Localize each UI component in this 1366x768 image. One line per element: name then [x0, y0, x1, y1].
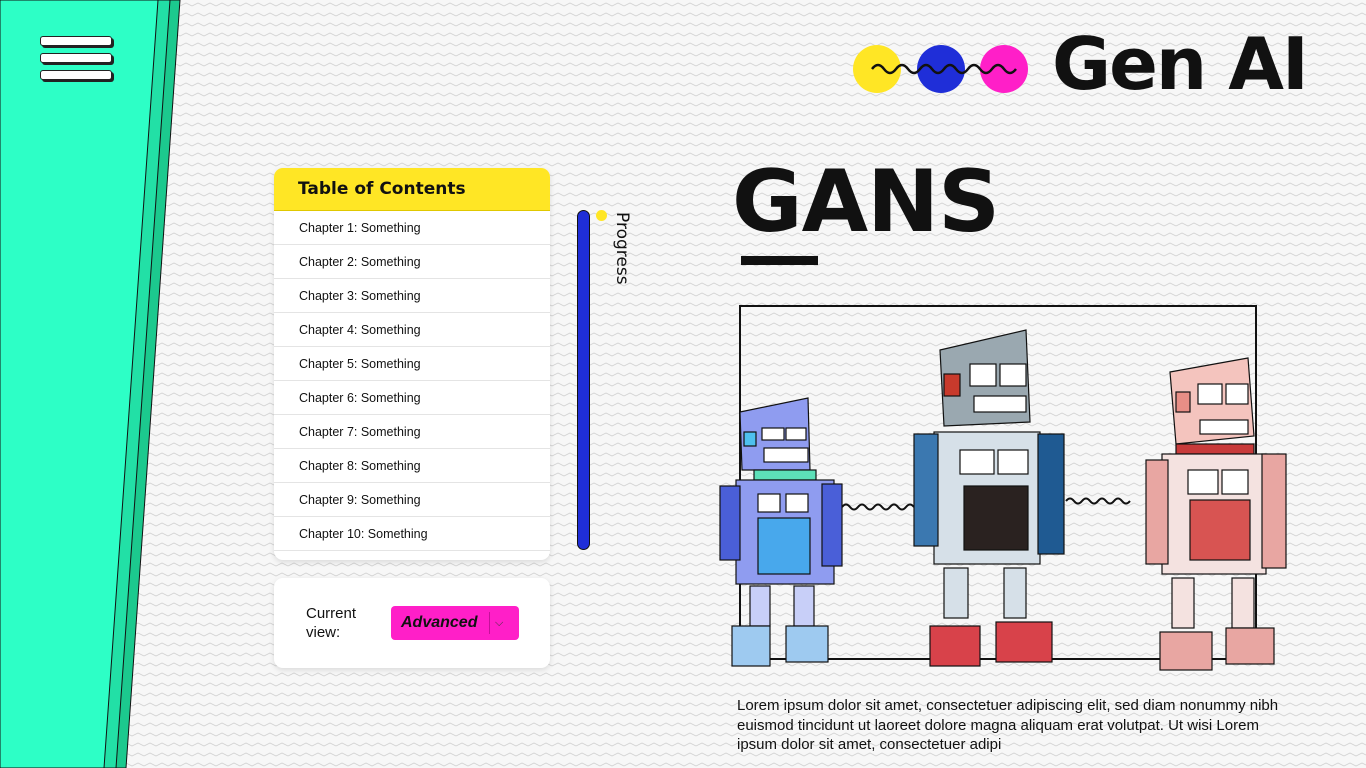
brand-logo: Gen AI — [1052, 22, 1309, 106]
side-panel-shape — [0, 0, 181, 768]
menu-button[interactable] — [38, 34, 114, 86]
progress-bar[interactable] — [577, 210, 590, 550]
pink-robot-icon — [1145, 357, 1287, 671]
toc-item-chapter-7[interactable]: Chapter 7: Something — [274, 415, 550, 449]
article-body: Lorem ipsum dolor sit amet, consectetuer… — [737, 697, 1279, 753]
side-panel — [0, 0, 190, 768]
chevron-down-icon: ⌵ — [495, 617, 504, 629]
toc-item-chapter-2[interactable]: Chapter 2: Something — [274, 245, 550, 279]
table-of-contents: Table of Contents Chapter 1: Something C… — [274, 168, 550, 560]
toc-item-chapter-4[interactable]: Chapter 4: Something — [274, 313, 550, 347]
toc-item-chapter-8[interactable]: Chapter 8: Something — [274, 449, 550, 483]
toc-item-chapter-1[interactable]: Chapter 1: Something — [274, 211, 550, 245]
toc-item-chapter-3[interactable]: Chapter 3: Something — [274, 279, 550, 313]
brand-dots-icon — [853, 45, 1028, 93]
toc-item-chapter-10[interactable]: Chapter 10: Something — [274, 517, 550, 551]
current-view-card: Current view: Advanced ⌵ — [274, 578, 550, 668]
view-select[interactable]: Advanced ⌵ — [391, 606, 519, 640]
grey-robot-icon — [913, 329, 1065, 667]
robots-illustration — [719, 329, 1287, 671]
toc-title: Table of Contents — [298, 179, 466, 199]
title-underline — [741, 256, 818, 265]
view-select-divider — [489, 612, 490, 634]
toc-item-chapter-5[interactable]: Chapter 5: Something — [274, 347, 550, 381]
progress-label: Progress — [612, 212, 632, 285]
page-title: GANS — [732, 152, 1000, 252]
toc-item-chapter-6[interactable]: Chapter 6: Something — [274, 381, 550, 415]
view-select-value: Advanced — [401, 614, 478, 631]
current-view-label: Current view: — [306, 605, 357, 641]
toc-item-chapter-9[interactable]: Chapter 9: Something — [274, 483, 550, 517]
toc-header: Table of Contents — [274, 168, 550, 211]
blue-robot-icon — [719, 397, 843, 667]
progress-indicator — [596, 210, 607, 221]
